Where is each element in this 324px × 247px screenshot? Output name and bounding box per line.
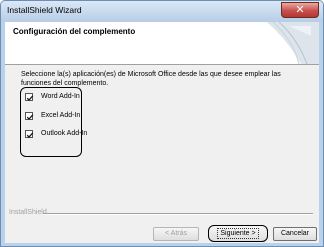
next-button-label: Siguiente > bbox=[217, 228, 259, 239]
outlook-addin-label: Outlook Add-In bbox=[41, 130, 88, 137]
close-button[interactable]: ✕ bbox=[281, 2, 319, 18]
excel-addin-checkbox[interactable] bbox=[25, 112, 34, 120]
wizard-header-graphic bbox=[267, 22, 319, 64]
close-icon: ✕ bbox=[295, 3, 305, 16]
cancel-button[interactable]: Cancelar bbox=[273, 227, 317, 241]
window-title: InstallShield Wizard bbox=[7, 5, 82, 15]
word-addin-option[interactable]: Word Add-In bbox=[23, 92, 113, 104]
installshield-brand: InstallShield bbox=[9, 209, 47, 216]
next-button[interactable]: Siguiente > bbox=[208, 225, 268, 242]
word-addin-checkbox[interactable] bbox=[25, 93, 34, 101]
footer-divider bbox=[43, 213, 313, 215]
excel-addin-option[interactable]: Excel Add-In bbox=[23, 111, 113, 123]
title-bar[interactable]: InstallShield Wizard ✕ bbox=[1, 1, 323, 22]
wizard-header: Configuración del complemento bbox=[5, 22, 319, 65]
outlook-addin-checkbox[interactable] bbox=[25, 130, 34, 138]
word-addin-label: Word Add-In bbox=[41, 93, 80, 100]
description-text: Seleccione la(s) aplicación(es) de Micro… bbox=[21, 71, 281, 87]
outlook-addin-option[interactable]: Outlook Add-In bbox=[23, 129, 113, 141]
checkmark-icon bbox=[26, 95, 34, 101]
page-title: Configuración del complemento bbox=[13, 27, 136, 36]
excel-addin-label: Excel Add-In bbox=[41, 112, 81, 119]
checkmark-icon bbox=[26, 114, 34, 120]
checkmark-icon bbox=[26, 132, 34, 138]
installshield-wizard-window: InstallShield Wizard ✕ Configuración del… bbox=[0, 0, 324, 247]
back-button[interactable]: < Atrás bbox=[153, 227, 199, 241]
dialog-body: Configuración del complemento Seleccione… bbox=[5, 22, 319, 243]
